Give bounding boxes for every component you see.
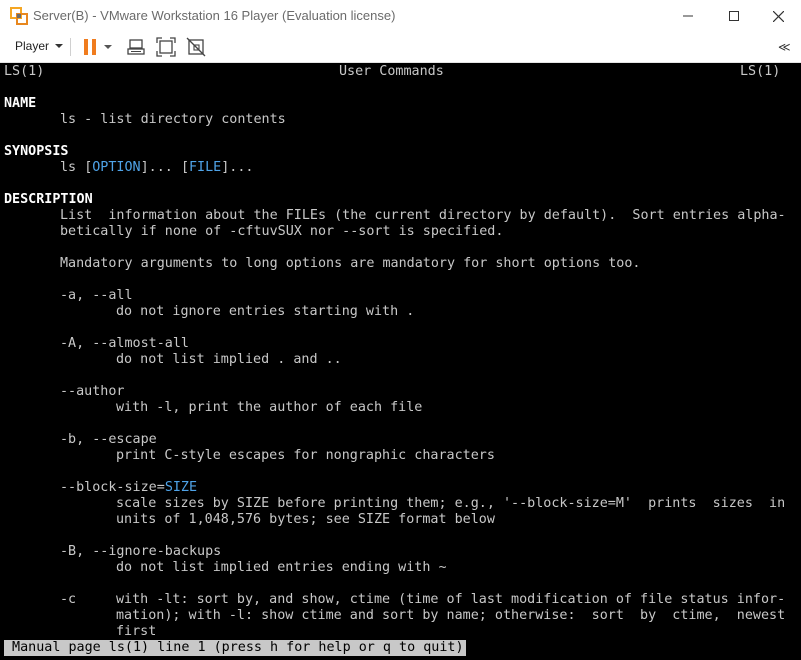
name-text: ls - list directory contents xyxy=(60,112,286,127)
option-desc: with -l, print the author of each file xyxy=(116,400,423,415)
player-toolbar: Player ≪ xyxy=(0,32,801,63)
description-text: betically if none of -cftuvSUX nor --sor… xyxy=(60,224,504,239)
chevron-down-icon xyxy=(55,44,64,48)
option-block-size-flag: --block-size= xyxy=(60,480,165,495)
man-header-left: LS(1) xyxy=(4,64,45,79)
option-desc: do not list implied . and .. xyxy=(116,352,342,367)
toolbar-separator xyxy=(70,38,71,56)
option-desc: scale sizes by SIZE before printing them… xyxy=(116,496,786,511)
option-almost-all: -A, --almost-all xyxy=(60,336,189,351)
option-desc: do not ignore entries starting with . xyxy=(116,304,415,319)
synopsis-bracket: ]... xyxy=(221,160,254,175)
synopsis-file: FILE xyxy=(189,160,222,175)
unity-icon[interactable] xyxy=(186,37,206,57)
player-menu-button[interactable]: Player xyxy=(15,39,64,53)
option-ignore-backups: -B, --ignore-backups xyxy=(60,544,222,559)
option-escape: -b, --escape xyxy=(60,432,157,447)
option-author: --author xyxy=(60,384,125,399)
window-title: Server(B) - VMware Workstation 16 Player… xyxy=(33,8,396,23)
synopsis-option: OPTION xyxy=(92,160,141,175)
maximize-button[interactable] xyxy=(711,0,757,32)
vmware-player-window: Server(B) - VMware Workstation 16 Player… xyxy=(0,0,801,660)
option-block-size-arg: SIZE xyxy=(164,480,198,495)
option-desc: with -lt: sort by, and show, ctime (time… xyxy=(116,592,786,607)
synopsis-bracket: [ xyxy=(180,160,189,175)
synopsis-heading: SYNOPSIS xyxy=(4,144,69,159)
option-desc: units of 1,048,576 bytes; see SIZE forma… xyxy=(116,512,495,527)
option-c: -c xyxy=(60,592,77,607)
description-text: List information about the FILEs (the cu… xyxy=(60,208,786,223)
synopsis-line: ls [OPTION]... [FILE]... xyxy=(60,160,254,176)
man-header-right: LS(1) xyxy=(740,64,781,79)
send-ctrl-alt-del-icon[interactable] xyxy=(126,37,146,57)
collapse-toolbar-icon[interactable]: ≪ xyxy=(778,40,791,54)
description-text: Mandatory arguments to long options are … xyxy=(60,256,641,271)
synopsis-bracket: ]... xyxy=(140,160,181,175)
close-icon xyxy=(772,10,784,22)
description-heading: DESCRIPTION xyxy=(4,192,93,207)
close-button[interactable] xyxy=(755,0,801,32)
title-bar: Server(B) - VMware Workstation 16 Player… xyxy=(0,0,801,32)
vm-console[interactable]: LS(1) User Commands LS(1) NAME ls - list… xyxy=(0,63,801,660)
option-block-size: --block-size=SIZE xyxy=(60,480,197,496)
minimize-icon xyxy=(683,15,693,17)
man-header-center: User Commands xyxy=(339,64,444,79)
synopsis-cmd: ls xyxy=(60,160,85,175)
option-desc: print C-style escapes for nongraphic cha… xyxy=(116,448,495,463)
minimize-button[interactable] xyxy=(665,0,711,32)
pager-status-line: Manual page ls(1) line 1 (press h for he… xyxy=(4,640,466,656)
option-desc: do not list implied entries ending with … xyxy=(116,560,447,575)
pause-icon[interactable] xyxy=(80,37,100,57)
option-all: -a, --all xyxy=(60,288,133,303)
fit-guest-icon[interactable] xyxy=(156,37,176,57)
option-desc: first xyxy=(116,624,157,639)
name-heading: NAME xyxy=(4,96,37,111)
pause-dropdown-icon[interactable] xyxy=(104,45,112,49)
option-desc: mation); with -l: show ctime and sort by… xyxy=(116,608,786,623)
vmware-icon xyxy=(10,7,28,25)
maximize-icon xyxy=(729,11,739,21)
player-menu-label: Player xyxy=(15,39,50,53)
